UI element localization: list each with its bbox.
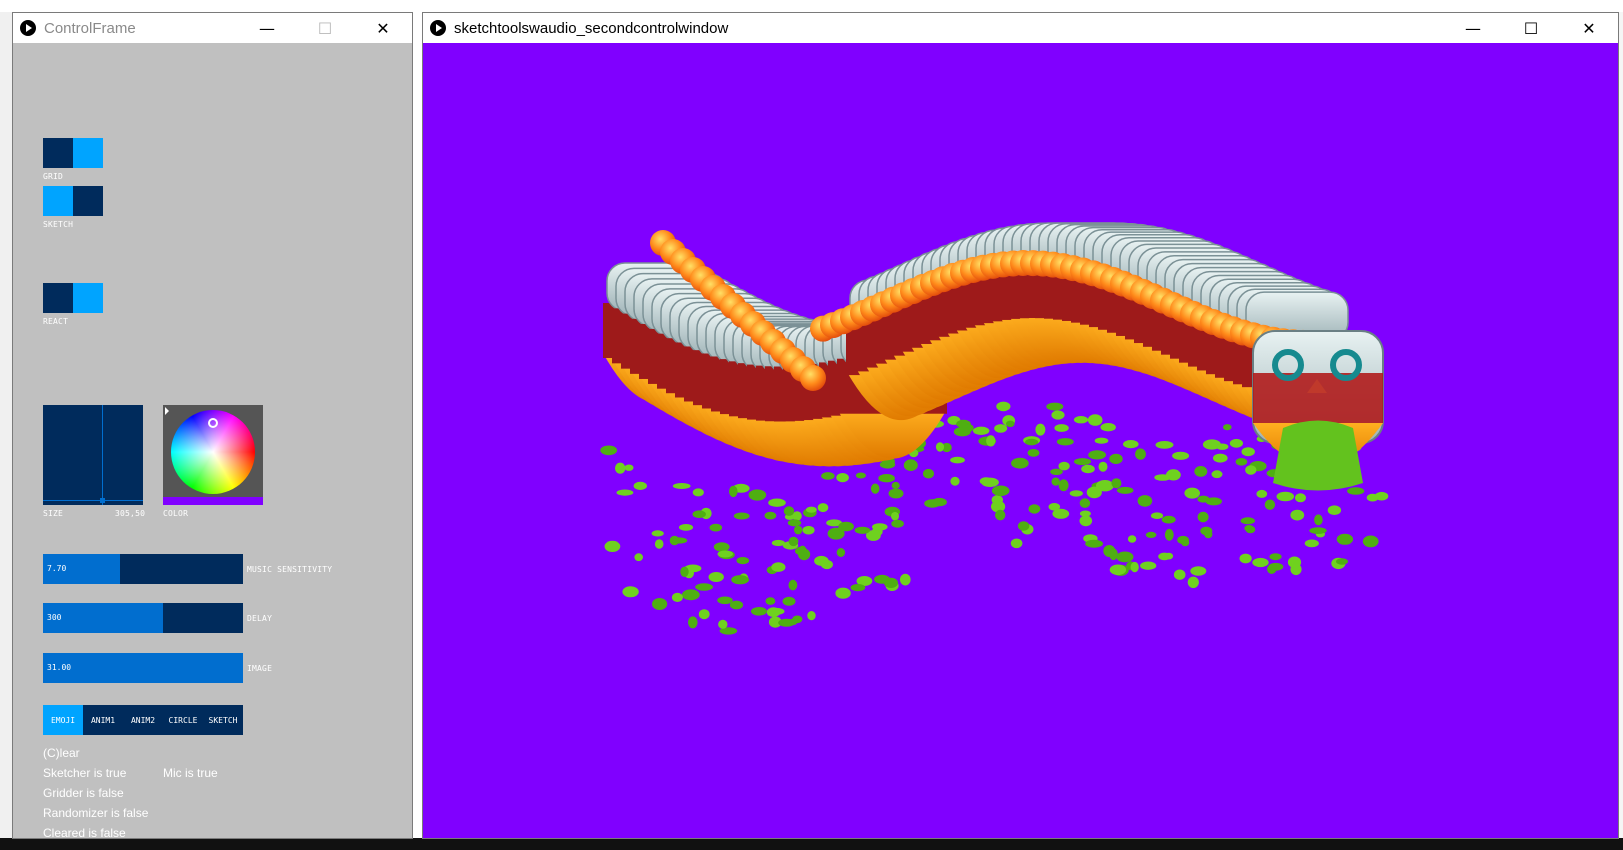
maximize-button[interactable]: ☐ xyxy=(1502,13,1560,43)
size-value: 305,50 xyxy=(115,509,145,518)
control-frame-window: ControlFrame — ☐ ✕ GRID SKETCH REACT SIZ… xyxy=(12,12,413,839)
color-wheel-marker[interactable] xyxy=(208,418,218,428)
mode-circle-button[interactable]: CIRCLE xyxy=(163,705,203,735)
music-sensitivity-label: MUSIC SENSITIVITY xyxy=(247,565,332,574)
title-bar[interactable]: sketchtoolswaudio_secondcontrolwindow — … xyxy=(423,13,1618,43)
slider-value: 300 xyxy=(47,613,61,622)
delay-slider[interactable]: 300 xyxy=(43,603,243,633)
size-label: SIZE xyxy=(43,509,63,518)
grid-toggle[interactable] xyxy=(43,138,103,168)
delay-label: DELAY xyxy=(247,614,272,623)
close-button[interactable]: ✕ xyxy=(1560,13,1618,43)
sketch-toggle[interactable] xyxy=(43,186,103,216)
react-toggle[interactable] xyxy=(43,283,103,313)
status-sketcher: Sketcher is true xyxy=(43,766,126,780)
music-sensitivity-slider[interactable]: 7.70 xyxy=(43,554,243,584)
desktop-left xyxy=(0,12,12,850)
slider-value: 7.70 xyxy=(47,564,66,573)
title-bar[interactable]: ControlFrame — ☐ ✕ xyxy=(13,13,412,43)
status-randomizer: Randomizer is false xyxy=(43,806,148,820)
minimize-button[interactable]: — xyxy=(238,13,296,43)
mode-anim2-button[interactable]: ANIM2 xyxy=(123,705,163,735)
processing-app-icon xyxy=(430,20,446,36)
maximize-button[interactable]: ☐ xyxy=(296,13,354,43)
status-clear: (C)lear xyxy=(43,746,80,760)
slider-value: 31.00 xyxy=(47,663,71,672)
selected-color-swatch xyxy=(163,497,263,505)
robot-face xyxy=(1253,331,1383,491)
color-picker[interactable] xyxy=(163,405,263,505)
react-toggle-label: REACT xyxy=(43,317,68,326)
grid-toggle-label: GRID xyxy=(43,172,63,181)
second-control-window: sketchtoolswaudio_secondcontrolwindow — … xyxy=(422,12,1619,839)
color-label: COLOR xyxy=(163,509,188,518)
mode-sketch-button[interactable]: SKETCH xyxy=(203,705,243,735)
size-2d-slider[interactable] xyxy=(43,405,143,505)
mode-radio-group: EMOJI ANIM1 ANIM2 CIRCLE SKETCH xyxy=(43,705,243,735)
image-slider[interactable]: 31.00 xyxy=(43,653,243,683)
taskbar xyxy=(0,838,1623,850)
status-gridder: Gridder is false xyxy=(43,786,124,800)
sketch-canvas[interactable] xyxy=(423,43,1618,838)
minimize-button[interactable]: — xyxy=(1444,13,1502,43)
control-canvas: GRID SKETCH REACT SIZE 305,50 COLOR 7.70… xyxy=(13,43,412,838)
slider-fill xyxy=(43,653,243,683)
status-cleared: Cleared is false xyxy=(43,826,126,840)
image-label: IMAGE xyxy=(247,664,272,673)
mode-anim1-button[interactable]: ANIM1 xyxy=(83,705,123,735)
mode-emoji-button[interactable]: EMOJI xyxy=(43,705,83,735)
processing-app-icon xyxy=(20,20,36,36)
close-button[interactable]: ✕ xyxy=(354,13,412,43)
window-title: sketchtoolswaudio_secondcontrolwindow xyxy=(454,20,728,37)
sketch-toggle-label: SKETCH xyxy=(43,220,73,229)
size-slider-handle[interactable] xyxy=(100,498,105,503)
status-mic: Mic is true xyxy=(163,766,218,780)
emoji-trail-artwork xyxy=(423,43,1618,838)
window-title: ControlFrame xyxy=(44,20,136,37)
collapse-arrow-icon[interactable] xyxy=(165,407,169,415)
desktop-top xyxy=(0,0,1623,12)
